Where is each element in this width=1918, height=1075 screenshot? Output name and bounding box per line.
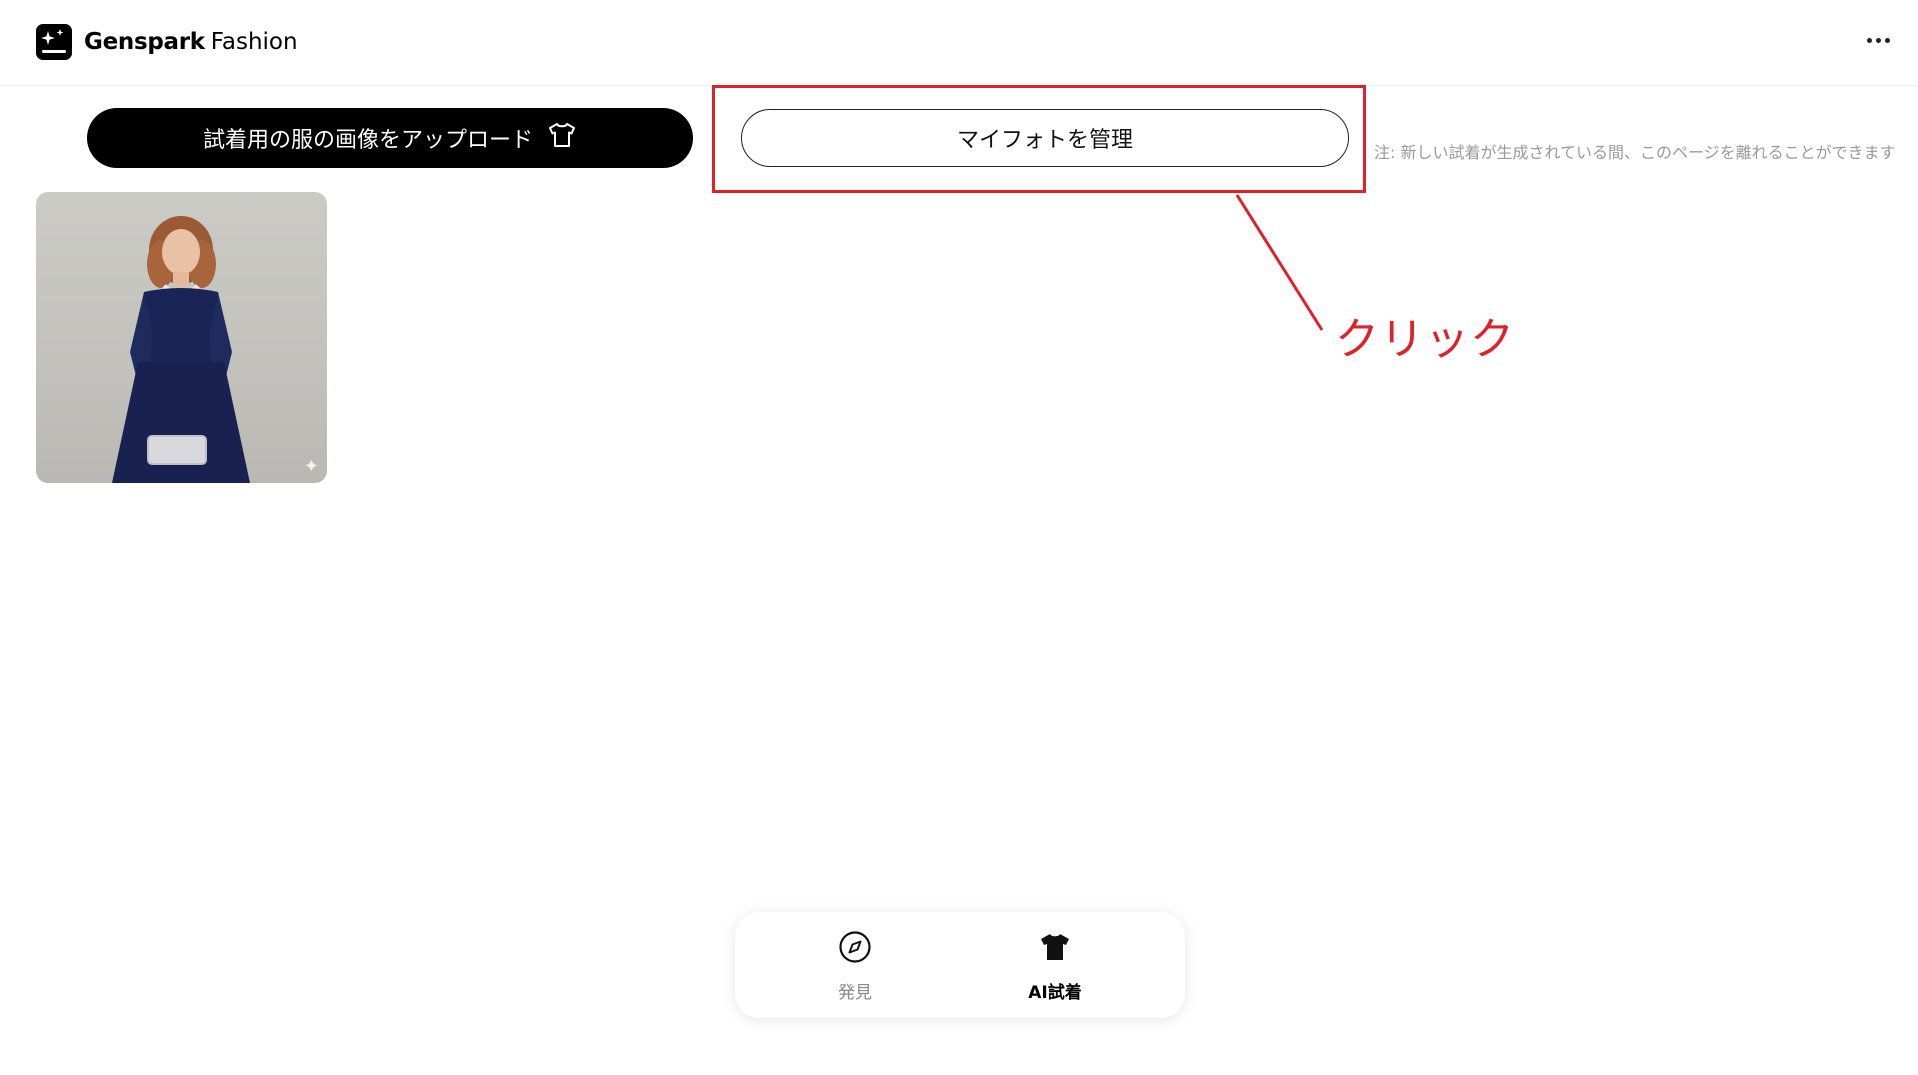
- more-horizontal-icon: [1866, 37, 1872, 43]
- annotation-highlight-box: [712, 85, 1366, 193]
- page: Genspark Fashion 試着用の服の画像をアップロード マイフォトを管理…: [0, 0, 1918, 1075]
- nav-item-ai-tryon[interactable]: AI試着: [995, 930, 1115, 1003]
- nav-label-discover: 発見: [838, 983, 872, 1003]
- sparkle-icon: ✦: [303, 456, 319, 477]
- background-generation-note: 注: 新しい試着が生成されている間、このページを離れることができます: [1374, 143, 1896, 162]
- sparkles-icon: [36, 24, 72, 60]
- compass-icon: [838, 930, 872, 968]
- more-menu-button[interactable]: [1860, 28, 1896, 52]
- logo[interactable]: Genspark Fashion: [36, 24, 298, 60]
- upload-button-label: 試着用の服の画像をアップロード: [202, 128, 533, 153]
- tshirt-filled-icon: [1038, 930, 1072, 968]
- nav-item-discover[interactable]: 発見: [795, 930, 915, 1003]
- annotation-click-label: クリック: [1335, 314, 1515, 365]
- brand-subtitle: Fashion: [210, 29, 298, 55]
- brand-name: Genspark: [84, 29, 205, 55]
- nav-label-ai-tryon: AI試着: [1028, 983, 1082, 1003]
- tshirt-outline-icon: [547, 121, 577, 155]
- person-photo: [112, 216, 250, 483]
- app-header: Genspark Fashion: [0, 0, 1918, 86]
- bottom-navigation: 発見 AI試着: [735, 912, 1185, 1018]
- upload-clothes-button[interactable]: 試着用の服の画像をアップロード: [87, 108, 693, 168]
- my-photo-card[interactable]: ✦: [36, 192, 327, 483]
